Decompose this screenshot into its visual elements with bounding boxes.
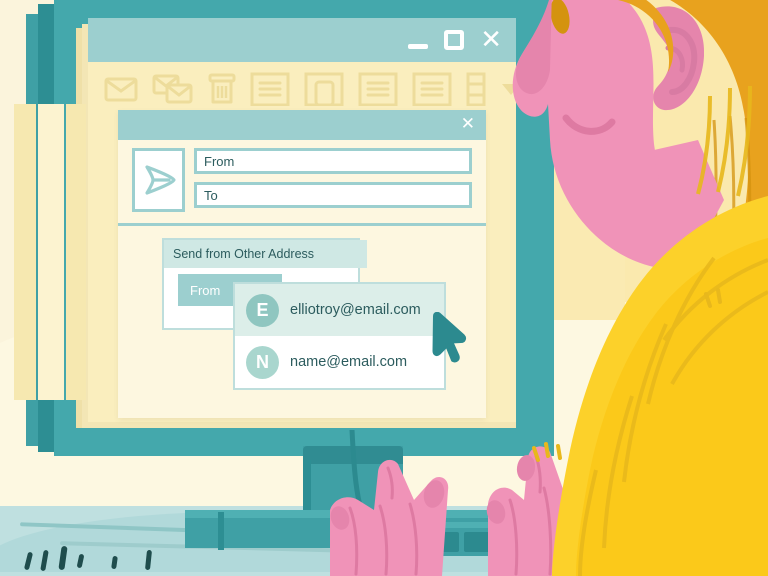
compose-modal-titlebar[interactable]: ✕ bbox=[118, 110, 486, 140]
split-view-icon[interactable] bbox=[466, 72, 486, 111]
envelope-icon[interactable] bbox=[104, 75, 138, 108]
send-paper-plane-icon[interactable] bbox=[132, 148, 185, 212]
close-icon[interactable]: ✕ bbox=[480, 26, 502, 52]
chevron-down-icon[interactable] bbox=[500, 81, 516, 102]
compose-modal-header: From To bbox=[118, 140, 486, 222]
monitor-stand-base-seam bbox=[218, 512, 224, 550]
mail-window-titlebar[interactable]: ✕ bbox=[88, 18, 516, 62]
mail-sidebar-column bbox=[14, 104, 36, 400]
hands-typing bbox=[330, 446, 592, 576]
trash-icon[interactable] bbox=[208, 73, 236, 110]
list-view-icon[interactable] bbox=[250, 72, 290, 111]
from-field-value: From bbox=[204, 153, 235, 169]
compose-modal-divider bbox=[118, 223, 486, 226]
dropdown-item-name[interactable]: N name@email.com bbox=[235, 336, 444, 388]
from-field[interactable]: From bbox=[194, 148, 472, 174]
avatar: N bbox=[246, 345, 279, 379]
dropdown-item-elliotroy[interactable]: E elliotroy@email.com bbox=[235, 284, 444, 336]
desk-decoration-marks bbox=[20, 545, 200, 576]
to-field[interactable]: To bbox=[194, 182, 472, 208]
window-controls: ✕ bbox=[408, 18, 502, 62]
right-hand bbox=[486, 446, 592, 576]
maximize-button[interactable] bbox=[444, 30, 465, 50]
minimize-button[interactable] bbox=[408, 43, 429, 49]
list-icon[interactable] bbox=[358, 72, 398, 111]
to-field-value: To bbox=[204, 187, 218, 203]
envelopes-icon[interactable] bbox=[152, 74, 194, 109]
dropdown-item-label: name@email.com bbox=[290, 354, 408, 370]
mouse-pointer-icon bbox=[430, 311, 472, 374]
send-from-other-address-title: Send from Other Address bbox=[173, 247, 315, 261]
address-dropdown[interactable]: E elliotroy@email.com N name@email.com bbox=[233, 282, 446, 390]
close-icon[interactable]: ✕ bbox=[461, 114, 475, 134]
avatar: E bbox=[246, 293, 279, 327]
mail-list-column bbox=[38, 104, 64, 400]
mail-toolbar-icons bbox=[104, 68, 516, 114]
reading-pane-icon[interactable] bbox=[304, 72, 344, 111]
list-alt-icon[interactable] bbox=[412, 72, 452, 111]
send-from-other-address-header: Send from Other Address bbox=[164, 240, 367, 268]
dropdown-item-label: elliotroy@email.com bbox=[290, 302, 421, 318]
mail-content-column bbox=[66, 104, 86, 400]
left-hand bbox=[330, 459, 449, 576]
illustration-scene: ✕ ✕ From To Send from Other Address From… bbox=[0, 0, 768, 576]
from-dropdown-label-text: From bbox=[190, 282, 221, 298]
